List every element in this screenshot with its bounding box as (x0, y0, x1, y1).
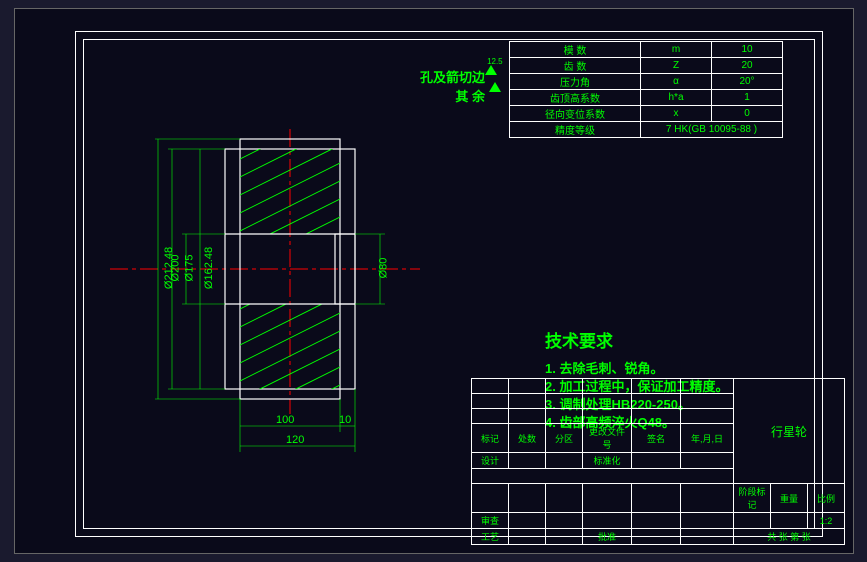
dim-w3: 120 (286, 434, 304, 446)
dim-d3: Ø175 (183, 255, 195, 282)
param-val: 10 (712, 42, 783, 58)
dim-w2: 10 (339, 414, 351, 426)
cad-viewport: 模 数m10 齿 数Z20 压力角α20° 齿顶高系数h*a1 径向变位系数x0… (0, 0, 867, 562)
surface-finish-symbols: 12.5 (485, 65, 516, 95)
title-block: 行星轮 标记处数分区更改文件号签名年,月,日 设计标准化 设计阶段标记重量比例 … (471, 378, 845, 545)
tech-req-title: 技术要求 (545, 330, 728, 354)
dim-d4: Ø162.48 (203, 247, 215, 289)
cad-workspace[interactable]: 模 数m10 齿 数Z20 压力角α20° 齿顶高系数h*a1 径向变位系数x0… (14, 8, 854, 554)
roughness-icon (485, 65, 497, 75)
param-sym: m (641, 42, 712, 58)
gear-section-drawing: Ø212.48 Ø200 Ø175 Ø162.48 Ø80 100 10 120 (110, 114, 420, 474)
dim-d5: Ø80 (377, 258, 389, 279)
param-label: 模 数 (510, 42, 641, 58)
dim-w1: 100 (276, 414, 294, 426)
dim-d2: Ø200 (169, 255, 181, 282)
gear-parameter-table: 模 数m10 齿 数Z20 压力角α20° 齿顶高系数h*a1 径向变位系数x0… (509, 41, 783, 138)
part-name: 行星轮 (771, 425, 807, 439)
surface-finish-note: 孔及箭切边 其 余 (420, 67, 485, 105)
roughness-icon (489, 82, 501, 92)
